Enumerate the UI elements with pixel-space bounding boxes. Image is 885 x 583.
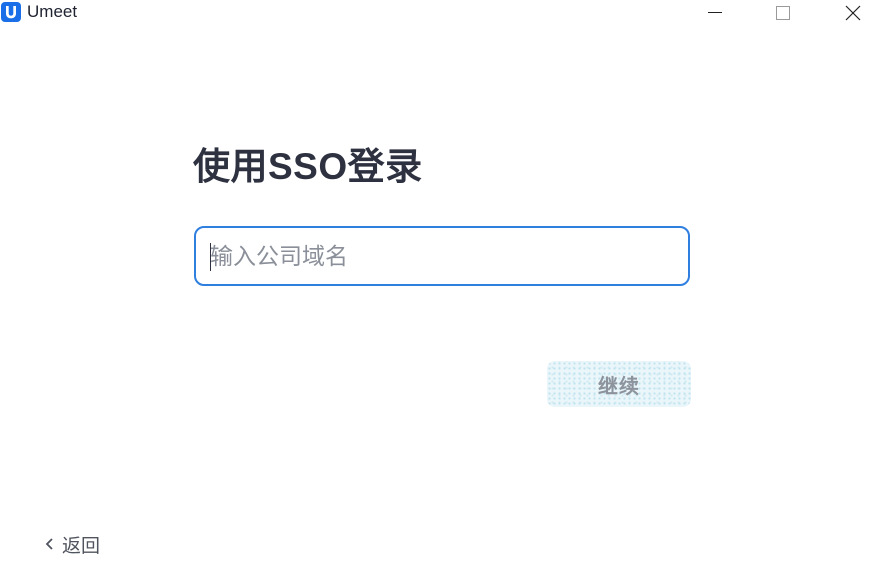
maximize-icon	[776, 6, 790, 20]
back-link[interactable]: 返回	[44, 531, 100, 557]
chevron-left-icon	[45, 538, 53, 550]
close-button[interactable]	[830, 0, 876, 26]
minimize-button[interactable]	[692, 0, 738, 26]
umeet-logo-icon	[1, 2, 21, 22]
domain-input-container[interactable]	[194, 226, 690, 286]
app-window: Umeet 使用SSO登录 继续 返回	[0, 0, 885, 583]
text-caret	[210, 243, 211, 271]
title-bar: Umeet	[0, 0, 885, 26]
app-title: Umeet	[27, 2, 78, 21]
back-label: 返回	[62, 535, 101, 557]
page-title: 使用SSO登录	[193, 146, 423, 187]
company-domain-input[interactable]	[210, 228, 680, 284]
maximize-button[interactable]	[760, 0, 806, 26]
continue-label: 继续	[598, 375, 640, 398]
minimize-icon	[708, 12, 722, 13]
close-icon	[845, 5, 861, 21]
continue-button[interactable]: 继续	[547, 361, 691, 407]
